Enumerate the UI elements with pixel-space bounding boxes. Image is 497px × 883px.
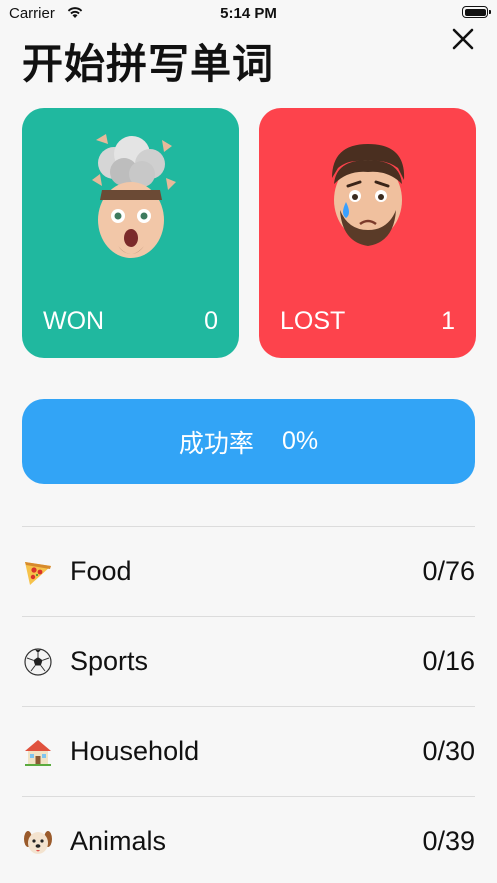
category-item-sports[interactable]: Sports 0/16 [22,616,475,706]
won-label: WON [43,307,105,335]
status-bar: Carrier 5:14 PM [0,0,497,28]
category-name: Household [70,736,200,766]
won-count: 0 [204,307,218,335]
won-card: WON 0 [22,108,239,358]
dog-icon [24,830,52,854]
lost-count: 1 [441,307,455,335]
success-rate-bar[interactable]: 成功率 0% [22,399,475,484]
category-item-food[interactable]: Food 0/76 [22,526,475,616]
lost-label: LOST [280,307,346,335]
page-title: 开始拼写单词 [22,41,274,87]
category-name: Animals [70,826,167,856]
category-name: Food [70,556,132,586]
category-name: Sports [70,646,149,676]
house-icon [25,739,51,766]
battery-icon [462,6,491,18]
sad-avatar-icon [331,144,404,246]
mind-blown-avatar-icon [91,134,176,258]
success-rate-label: 成功率 [178,429,254,458]
screen: Carrier 5:14 PM 开始拼写单词 WON 0 LOST 1 成功率 … [0,0,497,883]
category-item-animals[interactable]: Animals 0/39 [22,796,475,883]
category-count: 0/16 [422,646,475,676]
category-item-household[interactable]: Household 0/30 [22,706,475,796]
category-count: 0/30 [422,736,475,766]
pizza-icon [25,561,51,585]
close-icon[interactable] [451,27,475,51]
category-list: Food 0/76 Sports 0/16 Household 0/30 Ani… [22,526,475,883]
clock: 5:14 PM [220,5,277,22]
lost-card: LOST 1 [259,108,476,358]
soccer-ball-icon [24,647,52,676]
category-count: 0/39 [422,826,475,856]
success-rate-value: 0% [281,427,319,455]
category-count: 0/76 [422,556,475,586]
